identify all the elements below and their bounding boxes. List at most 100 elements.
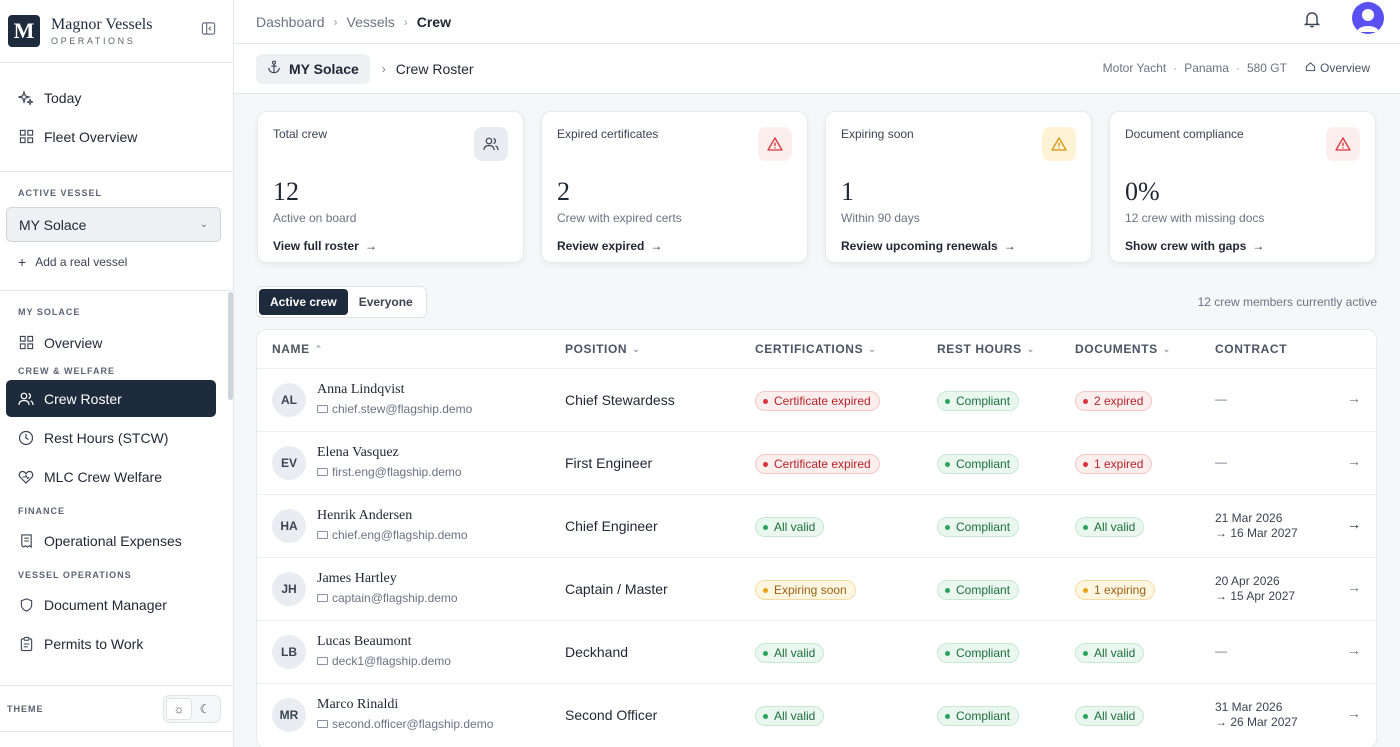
sidebar-item-mlc-crew-welfare[interactable]: MLC Crew Welfare (0, 457, 227, 496)
sidebar-item-crew-roster[interactable]: Crew Roster (6, 380, 216, 417)
open-row-arrow-icon[interactable]: → (1347, 516, 1361, 532)
sort-up-icon: ⌃ (314, 343, 323, 354)
sidebar-item-document-manager[interactable]: Document Manager (0, 585, 227, 624)
card-subtitle: 12 crew with missing docs (1125, 211, 1265, 225)
table-row[interactable]: AL Anna Lindqvist chief.stew@flagship.demo… (257, 368, 1376, 431)
sidebar-item-fleet-overview[interactable]: Fleet Overview (0, 117, 227, 156)
rest-hours-badge: Compliant (937, 643, 1020, 663)
card-label: Document compliance (1125, 127, 1244, 141)
table-header: NAME ⌃ POSITION ⌄ CERTIFICATIONS ⌄ REST HOU… (257, 330, 1376, 368)
collapse-sidebar-icon[interactable] (199, 19, 217, 37)
column-header-certifications[interactable]: CERTIFICATIONS ⌄ (755, 342, 876, 356)
certification-badge: Certificate expired (755, 454, 880, 474)
card-value: 1 (841, 177, 854, 206)
tab-everyone[interactable]: Everyone (348, 289, 424, 315)
contract-empty: — (1215, 392, 1227, 406)
crew-position: Chief Stewardess (565, 392, 675, 408)
vessel-subbar: MY Solace › Crew Roster Motor Yacht · Pan… (234, 44, 1400, 94)
review-upcoming-renewals-link[interactable]: Review upcoming renewals → (841, 239, 1076, 253)
open-row-arrow-icon[interactable]: → (1347, 705, 1361, 721)
contract-dates: 20 Apr 2026 → 15 Apr 2027 (1215, 574, 1296, 603)
show-crew-with-gaps-link[interactable]: Show crew with gaps → (1125, 239, 1360, 253)
moon-icon[interactable]: ☾ (192, 698, 218, 720)
column-header-contract: CONTRACT (1215, 342, 1288, 356)
arrow-right-icon: → (364, 239, 377, 253)
active-vessel-select[interactable]: MY Solace ⌄ (6, 207, 221, 242)
overview-link[interactable]: Overview (1305, 61, 1370, 75)
table-row[interactable]: HA Henrik Andersen chief.eng@flagship.demo… (257, 494, 1376, 557)
stat-card-expiring-soon: Expiring soon 1 Within 90 days Review up… (825, 111, 1092, 263)
sidebar-item-permits-to-work[interactable]: Permits to Work (0, 624, 227, 663)
crew-name[interactable]: Elena Vasquez (317, 445, 399, 461)
vessel-flag: Panama (1184, 61, 1229, 75)
crew-name[interactable]: Lucas Beaumont (317, 634, 411, 650)
sun-icon[interactable]: ☼ (166, 697, 192, 720)
crew-filter-tabs: Active crew Everyone (256, 286, 427, 318)
open-row-arrow-icon[interactable]: → (1347, 390, 1361, 406)
table-row[interactable]: JH James Hartley captain@flagship.demo Capt… (257, 557, 1376, 620)
section-label-vessel-operations: VESSEL OPERATIONS (18, 570, 132, 580)
alert-triangle-icon (758, 127, 792, 161)
user-avatar[interactable] (1352, 2, 1384, 34)
card-link-label: Show crew with gaps (1125, 239, 1247, 253)
sidebar-item-rest-hours[interactable]: Rest Hours (STCW) (0, 418, 227, 457)
contract-empty: — (1215, 455, 1227, 469)
column-header-rest-hours[interactable]: REST HOURS ⌄ (937, 342, 1035, 356)
chevron-down-icon: ⌄ (1162, 343, 1171, 354)
crew-avatar: JH (272, 572, 306, 606)
mail-icon (317, 720, 328, 728)
breadcrumb-vessels[interactable]: Vessels (347, 14, 395, 30)
crew-name[interactable]: James Hartley (317, 571, 397, 587)
view-full-roster-link[interactable]: View full roster → (273, 239, 508, 253)
open-row-arrow-icon[interactable]: → (1347, 453, 1361, 469)
table-row[interactable]: EV Elena Vasquez first.eng@flagship.demo Fi… (257, 431, 1376, 494)
open-row-arrow-icon[interactable]: → (1347, 579, 1361, 595)
brand-logo[interactable]: M (8, 15, 40, 47)
sidebar-item-today[interactable]: Today (0, 78, 227, 117)
rest-hours-badge: Compliant (937, 454, 1020, 474)
heart-icon (18, 469, 34, 485)
chevron-down-icon: ⌄ (868, 343, 877, 354)
sidebar-item-label: Permits to Work (44, 635, 144, 652)
crew-name[interactable]: Henrik Andersen (317, 508, 412, 524)
bell-icon[interactable] (1302, 9, 1322, 29)
column-header-position[interactable]: POSITION ⌄ (565, 342, 640, 356)
sidebar-item-operational-expenses[interactable]: Operational Expenses (0, 521, 227, 560)
contract-dates: 21 Mar 2026 → 16 Mar 2027 (1215, 511, 1298, 540)
arrow-right-icon: → (1252, 239, 1265, 253)
sidebar-item-label: Overview (44, 334, 103, 351)
brand-name: Magnor Vessels (51, 16, 153, 33)
grid-icon (18, 335, 34, 351)
breadcrumb-dashboard[interactable]: Dashboard (256, 14, 325, 30)
card-subtitle: Crew with expired certs (557, 211, 682, 225)
sidebar-item-overview[interactable]: Overview (0, 323, 227, 362)
add-vessel-button[interactable]: + Add a real vessel (0, 247, 233, 277)
sidebar-scrollbar[interactable] (228, 292, 233, 400)
vessel-chip[interactable]: MY Solace (256, 53, 370, 84)
crew-name[interactable]: Anna Lindqvist (317, 382, 405, 398)
open-row-arrow-icon[interactable]: → (1347, 642, 1361, 658)
crew-name[interactable]: Marco Rinaldi (317, 697, 398, 713)
stat-card-expired-certificates: Expired certificates 2 Crew with expired… (541, 111, 808, 263)
column-header-name[interactable]: NAME ⌃ (272, 342, 323, 356)
table-row[interactable]: MR Marco Rinaldi second.officer@flagship.d… (257, 683, 1376, 746)
crew-avatar: HA (272, 509, 306, 543)
documents-badge: All valid (1075, 517, 1145, 537)
rest-hours-badge: Compliant (937, 706, 1020, 726)
card-label: Expiring soon (841, 127, 914, 141)
crew-position: Second Officer (565, 707, 658, 723)
vessel-meta: Motor Yacht · Panama · 580 GT Overview (1102, 61, 1370, 75)
certification-badge: Certificate expired (755, 391, 880, 411)
page-title: Crew Roster (395, 60, 474, 77)
review-expired-link[interactable]: Review expired → (557, 239, 792, 253)
tab-active-crew[interactable]: Active crew (259, 289, 348, 315)
sidebar: M Magnor Vessels OPERATIONS Today Fleet … (0, 0, 234, 747)
stat-card-total-crew: Total crew 12 Active on board View full … (257, 111, 524, 263)
table-row[interactable]: LB Lucas Beaumont deck1@flagship.demo Deckh… (257, 620, 1376, 683)
crew-email: chief.stew@flagship.demo (317, 402, 472, 416)
certification-badge: All valid (755, 643, 825, 663)
clipboard-icon (18, 636, 34, 652)
column-header-documents[interactable]: DOCUMENTS ⌄ (1075, 342, 1171, 356)
overview-link-label: Overview (1319, 61, 1370, 75)
clock-icon (18, 430, 34, 446)
